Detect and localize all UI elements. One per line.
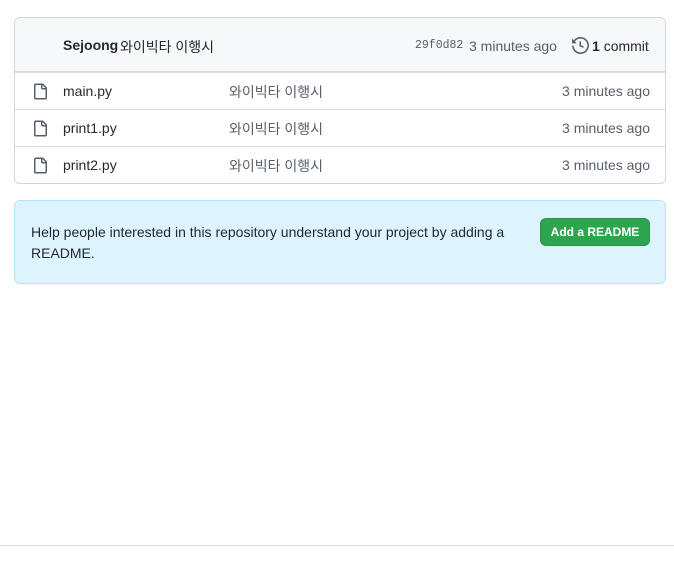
- commit-count-link[interactable]: 1 commit: [592, 38, 649, 54]
- file-commit-message[interactable]: 와이빅타 이행시: [229, 82, 323, 102]
- file-list: Sejoong 와이빅타 이행시 29f0d82 3 minutes ago 1…: [14, 17, 666, 184]
- footer-divider: [0, 545, 674, 546]
- file-row[interactable]: print2.py 와이빅타 이행시 3 minutes ago: [15, 146, 665, 183]
- file-icon: [34, 83, 47, 100]
- file-commit-time: 3 minutes ago: [562, 157, 650, 173]
- history-icon[interactable]: [572, 37, 589, 54]
- file-name-link[interactable]: main.py: [63, 83, 112, 99]
- file-commit-message[interactable]: 와이빅타 이행시: [229, 119, 323, 139]
- commit-sha[interactable]: 29f0d82: [415, 39, 463, 52]
- file-commit-time: 3 minutes ago: [562, 83, 650, 99]
- commit-time: 3 minutes ago: [469, 38, 557, 54]
- file-row[interactable]: print1.py 와이빅타 이행시 3 minutes ago: [15, 109, 665, 146]
- commit-message[interactable]: 와이빅타 이행시: [120, 37, 214, 57]
- file-commit-message[interactable]: 와이빅타 이행시: [229, 156, 323, 176]
- file-icon: [34, 157, 47, 174]
- file-row[interactable]: main.py 와이빅타 이행시 3 minutes ago: [15, 72, 665, 109]
- commit-count: 1: [592, 38, 600, 54]
- file-icon: [34, 120, 47, 137]
- commit-author[interactable]: Sejoong: [63, 37, 118, 53]
- add-readme-button[interactable]: Add a README: [540, 218, 650, 246]
- file-name-link[interactable]: print1.py: [63, 120, 117, 136]
- latest-commit-bar: Sejoong 와이빅타 이행시 29f0d82 3 minutes ago 1…: [15, 18, 665, 72]
- readme-prompt-text: Help people interested in this repositor…: [31, 224, 505, 261]
- file-name-link[interactable]: print2.py: [63, 157, 117, 173]
- commit-count-label: commit: [603, 38, 649, 54]
- readme-prompt-banner: Help people interested in this repositor…: [14, 200, 666, 284]
- file-commit-time: 3 minutes ago: [562, 120, 650, 136]
